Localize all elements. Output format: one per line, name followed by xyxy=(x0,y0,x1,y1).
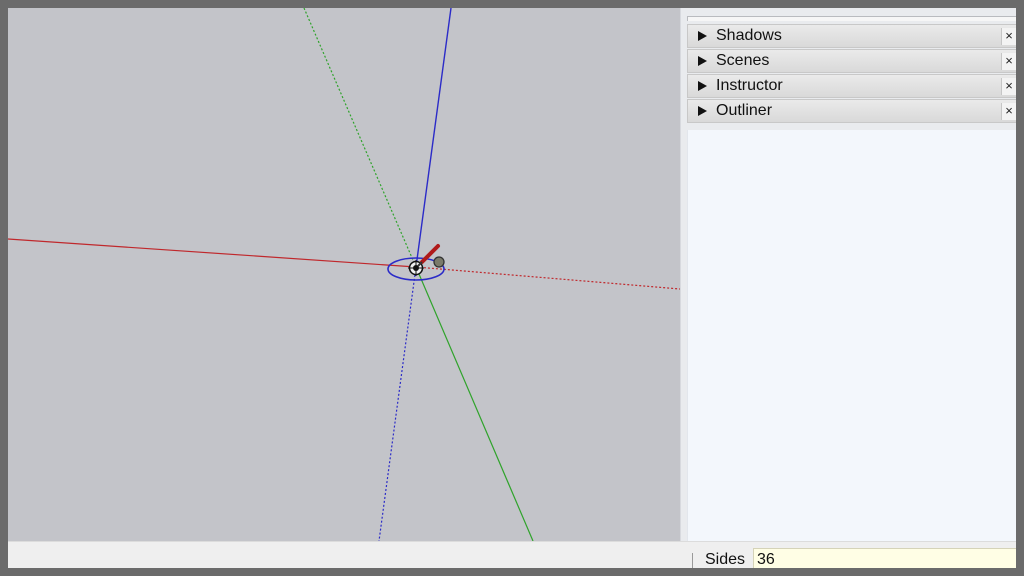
close-icon[interactable]: × xyxy=(1001,28,1016,45)
blue-axis-dotted xyxy=(378,266,417,541)
tray-panel-list: Shadows × Scenes × Instructor × Outliner… xyxy=(687,24,1016,124)
expand-triangle-icon[interactable] xyxy=(697,55,707,67)
red-axis-solid xyxy=(8,238,417,268)
close-icon[interactable]: × xyxy=(1001,78,1016,95)
green-axis-dotted xyxy=(303,8,417,268)
expand-triangle-icon[interactable] xyxy=(697,105,707,117)
panel-shadows[interactable]: Shadows × xyxy=(687,24,1016,48)
app-window: Shadows × Scenes × Instructor × Outliner… xyxy=(8,8,1016,568)
panel-title-instructor: Instructor xyxy=(716,77,783,94)
drawing-viewport[interactable] xyxy=(8,8,680,541)
panel-outliner[interactable]: Outliner × xyxy=(687,99,1016,123)
close-icon[interactable]: × xyxy=(1001,103,1016,120)
measurements-label: Sides xyxy=(705,551,746,568)
tray-content-area xyxy=(687,130,1016,541)
tray-header-strip xyxy=(687,16,1016,21)
expand-triangle-icon[interactable] xyxy=(697,30,707,42)
measurements-input[interactable]: 36 xyxy=(753,548,1016,568)
axes-canvas xyxy=(8,8,680,541)
panel-scenes[interactable]: Scenes × xyxy=(687,49,1016,73)
default-tray: Shadows × Scenes × Instructor × Outliner… xyxy=(680,8,1016,541)
panel-title-scenes: Scenes xyxy=(716,52,770,69)
panel-title-outliner: Outliner xyxy=(716,102,773,119)
close-icon[interactable]: × xyxy=(1001,53,1016,70)
green-axis-solid xyxy=(415,266,534,541)
blue-axis-solid xyxy=(415,8,452,268)
status-divider xyxy=(692,553,693,568)
circle-tool-cursor-icon xyxy=(417,244,445,268)
red-axis-dotted xyxy=(415,266,680,290)
panel-instructor[interactable]: Instructor × xyxy=(687,74,1016,98)
status-bar: Sides 36 xyxy=(8,541,1016,568)
expand-triangle-icon[interactable] xyxy=(697,80,707,92)
panel-title-shadows: Shadows xyxy=(716,27,782,44)
